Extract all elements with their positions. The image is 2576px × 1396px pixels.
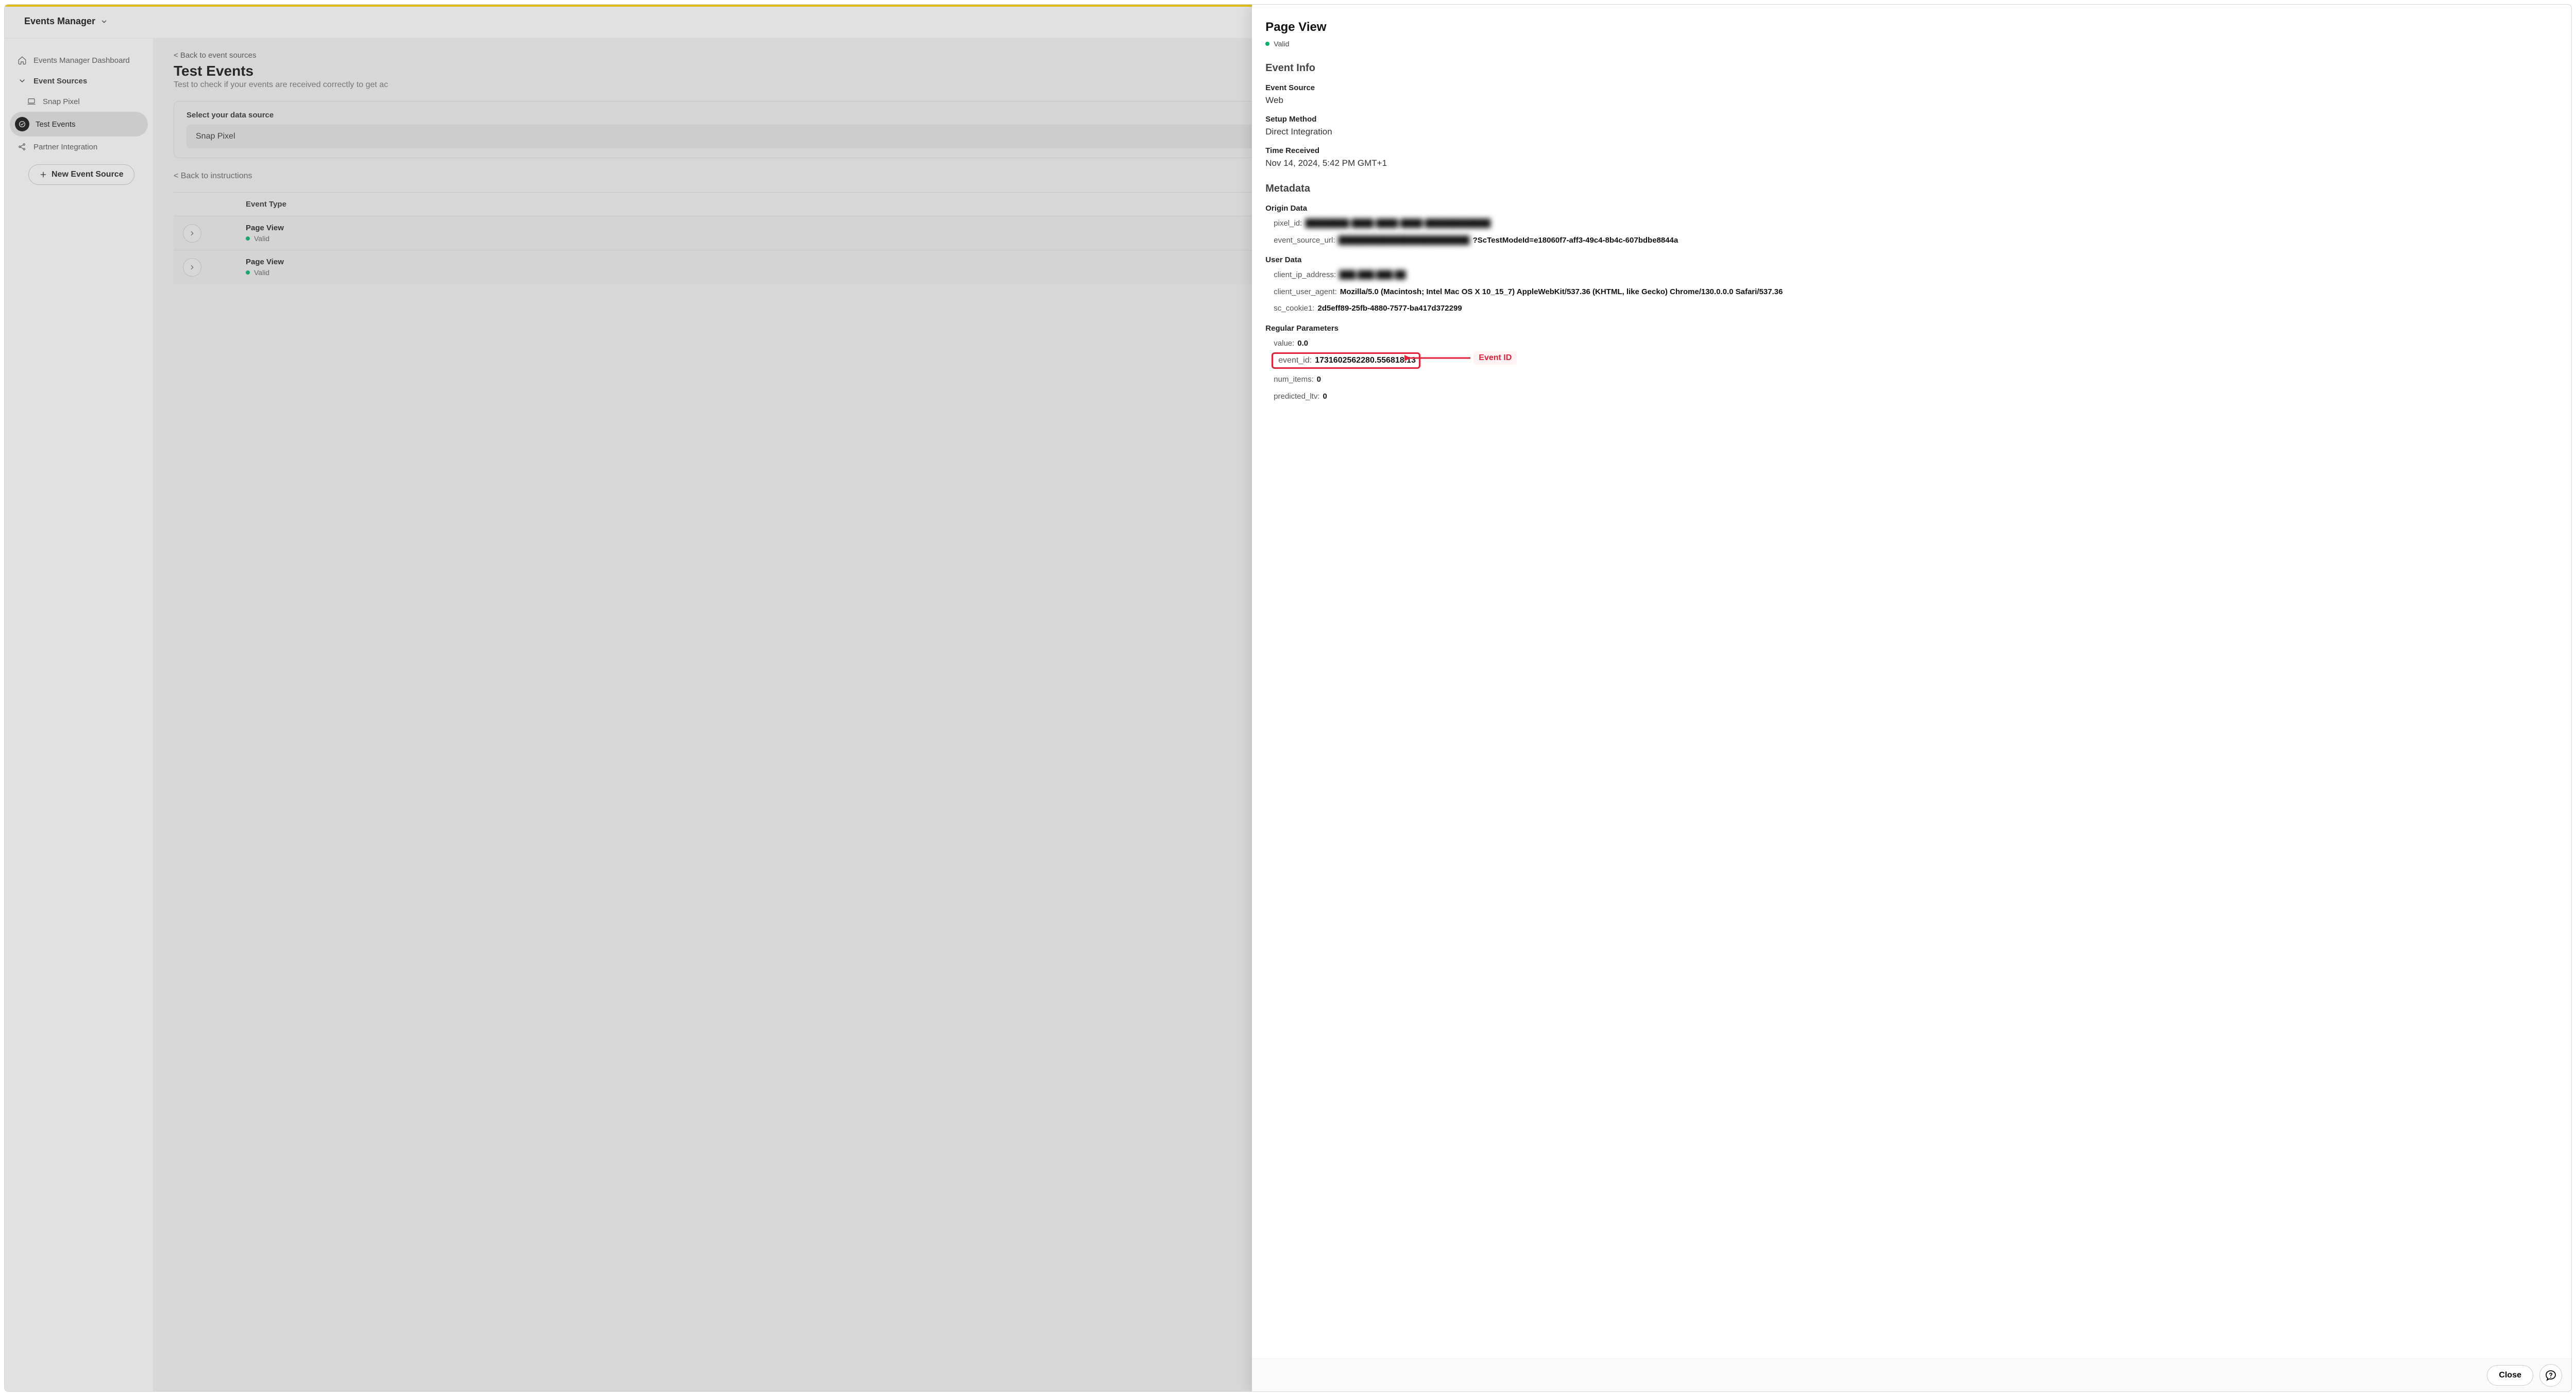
- pixel-id-row: pixel_id: ████████-████-████-████-██████…: [1265, 218, 2558, 230]
- event-source-url-row: event_source_url: ██████████████████████…: [1265, 235, 2558, 247]
- client-ua-value: Mozilla/5.0 (Macintosh; Intel Mac OS X 1…: [1340, 286, 1783, 298]
- value-value: 0.0: [1297, 338, 1308, 350]
- client-ip-key: client_ip_address:: [1274, 269, 1336, 281]
- panel-status: Valid: [1265, 40, 2558, 48]
- pixel-id-key: pixel_id:: [1274, 218, 1302, 230]
- event-id-highlight: event_id: 1731602562280.556818.13: [1272, 352, 1420, 369]
- time-received-value: Nov 14, 2024, 5:42 PM GMT+1: [1265, 158, 2558, 168]
- predicted-ltv-key: predicted_ltv:: [1274, 391, 1319, 403]
- value-row: value: 0.0: [1265, 338, 2558, 350]
- time-received-label: Time Received: [1265, 146, 2558, 155]
- predicted-ltv-row: predicted_ltv: 0: [1265, 391, 2558, 403]
- event-id-value: 1731602562280.556818.13: [1315, 356, 1416, 365]
- help-button[interactable]: [2539, 1364, 2562, 1387]
- num-items-value: 0: [1317, 374, 1321, 386]
- regular-parameters-label: Regular Parameters: [1265, 324, 2558, 333]
- client-ua-row: client_user_agent: Mozilla/5.0 (Macintos…: [1265, 286, 2558, 298]
- sc-cookie1-value: 2d5eff89-25fb-4880-7577-ba417d372299: [1317, 303, 1462, 315]
- panel-footer: Close: [1252, 1358, 2571, 1391]
- event-source-url-key: event_source_url:: [1274, 235, 1335, 247]
- section-event-info: Event Info: [1265, 62, 2558, 74]
- value-key: value:: [1274, 338, 1294, 350]
- event-source-url-value-blur: ████████████████████████: [1338, 235, 1470, 247]
- help-chat-icon: [2545, 1369, 2557, 1382]
- close-button[interactable]: Close: [2487, 1365, 2533, 1386]
- event-id-key: event_id:: [1278, 356, 1312, 365]
- event-detail-panel: Page View Valid Event Info Event Source …: [1252, 5, 2571, 1391]
- pixel-id-value: ████████-████-████-████-████████████: [1305, 218, 1490, 230]
- panel-status-text: Valid: [1274, 40, 1289, 48]
- panel-title: Page View: [1265, 20, 2558, 35]
- event-id-annotation: Event ID: [1404, 351, 1517, 365]
- num-items-row: num_items: 0: [1265, 374, 2558, 386]
- client-ua-key: client_user_agent:: [1274, 286, 1337, 298]
- status-dot-icon: [1265, 42, 1269, 46]
- origin-data-label: Origin Data: [1265, 204, 2558, 213]
- event-source-label: Event Source: [1265, 83, 2558, 92]
- sc-cookie1-row: sc_cookie1: 2d5eff89-25fb-4880-7577-ba41…: [1265, 303, 2558, 315]
- predicted-ltv-value: 0: [1323, 391, 1327, 403]
- sc-cookie1-key: sc_cookie1:: [1274, 303, 1314, 315]
- num-items-key: num_items:: [1274, 374, 1314, 386]
- setup-method-label: Setup Method: [1265, 115, 2558, 124]
- section-metadata: Metadata: [1265, 183, 2558, 195]
- client-ip-row: client_ip_address: ███.███.███.██: [1265, 269, 2558, 281]
- setup-method-value: Direct Integration: [1265, 127, 2558, 137]
- client-ip-value: ███.███.███.██: [1339, 269, 1405, 281]
- event-source-url-value-tail: ?ScTestModeId=e18060f7-aff3-49c4-8b4c-60…: [1473, 235, 1679, 247]
- event-source-value: Web: [1265, 95, 2558, 106]
- annotation-label: Event ID: [1473, 351, 1517, 365]
- user-data-label: User Data: [1265, 256, 2558, 264]
